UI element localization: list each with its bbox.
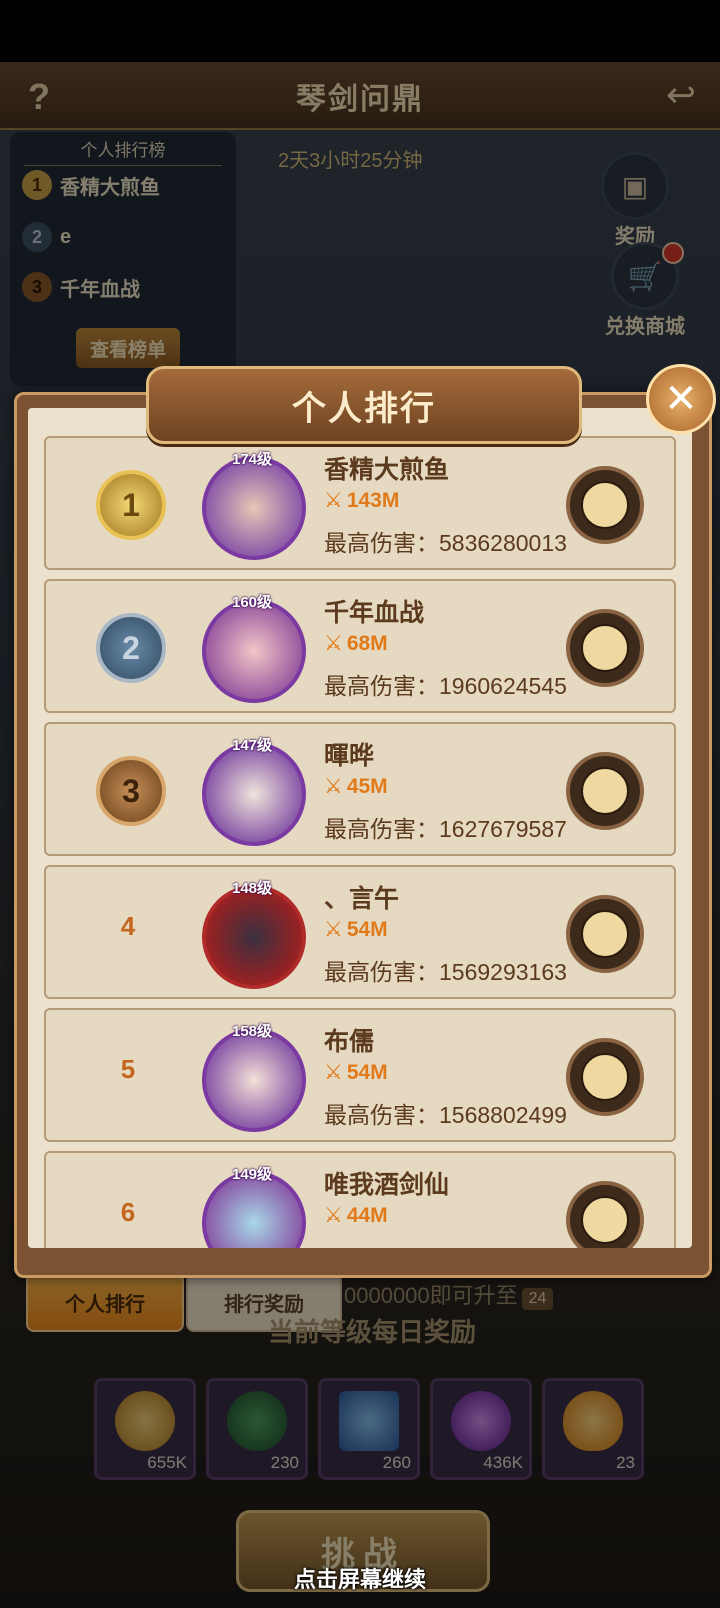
rank-card: 6 149级 唯我酒剑仙 ⚔ 44M bbox=[44, 1151, 676, 1248]
damage-label: 最高伤害： bbox=[324, 673, 439, 699]
pie-chart-icon bbox=[581, 481, 629, 529]
power-value: 44M bbox=[346, 1204, 388, 1227]
avatar[interactable] bbox=[202, 885, 306, 989]
lineup-detail-button[interactable] bbox=[566, 609, 644, 687]
swords-icon: ⚔ bbox=[324, 1204, 343, 1227]
tap-to-continue-hint: 点击屏幕继续 bbox=[293, 1567, 426, 1592]
lineup-detail-button[interactable] bbox=[566, 1181, 644, 1248]
pie-chart-icon bbox=[581, 767, 629, 815]
damage-value: 1569293163 bbox=[439, 959, 567, 985]
damage-label: 最高伤害： bbox=[324, 530, 439, 556]
damage-value: 1568802499 bbox=[439, 1102, 567, 1128]
silver-medal-icon: 2 bbox=[96, 613, 166, 683]
damage-label: 最高伤害： bbox=[324, 816, 439, 842]
gold-medal-icon: 1 bbox=[96, 470, 166, 540]
player-level: 149级 bbox=[231, 1166, 273, 1183]
pie-chart-icon bbox=[581, 624, 629, 672]
rank-number: 6 bbox=[120, 1197, 136, 1227]
player-level: 148级 bbox=[231, 880, 273, 897]
player-name: 香精大煎鱼 bbox=[324, 456, 450, 484]
max-damage: 最高伤害：1569293163 bbox=[324, 953, 567, 987]
rank-card: 5 158级 布儒 ⚔ 54M 最高伤害：1568802499 bbox=[44, 1008, 676, 1142]
swords-icon: ⚔ bbox=[324, 489, 343, 512]
player-name: 千年血战 bbox=[324, 599, 425, 627]
rank-number: 5 bbox=[120, 1054, 136, 1084]
pie-chart-icon bbox=[581, 910, 629, 958]
power-value: 54M bbox=[346, 918, 388, 941]
swords-icon: ⚔ bbox=[324, 918, 343, 941]
combat-power: ⚔ 68M bbox=[324, 631, 388, 656]
player-level: 158级 bbox=[231, 1023, 273, 1040]
damage-label: 最高伤害： bbox=[324, 1102, 439, 1128]
max-damage: 最高伤害：5836280013 bbox=[324, 524, 567, 558]
lineup-detail-button[interactable] bbox=[566, 1038, 644, 1116]
power-value: 54M bbox=[346, 1061, 388, 1084]
lineup-detail-button[interactable] bbox=[566, 466, 644, 544]
combat-power: ⚔ 44M bbox=[324, 1203, 388, 1228]
damage-value: 5836280013 bbox=[439, 530, 567, 556]
max-damage: 最高伤害：1960624545 bbox=[324, 667, 567, 701]
swords-icon: ⚔ bbox=[324, 775, 343, 798]
rank-card: 1 174级 香精大煎鱼 ⚔ 143M 最高伤害：5836280013 bbox=[44, 436, 676, 570]
avatar[interactable] bbox=[202, 456, 306, 560]
player-level: 174级 bbox=[231, 451, 273, 468]
combat-power: ⚔ 143M bbox=[324, 488, 399, 513]
modal-title: 个人排行 bbox=[146, 366, 582, 444]
player-name: 唯我酒剑仙 bbox=[324, 1171, 450, 1199]
rank-card: 2 160级 千年血战 ⚔ 68M 最高伤害：1960624545 bbox=[44, 579, 676, 713]
power-value: 68M bbox=[346, 632, 388, 655]
swords-icon: ⚔ bbox=[324, 1061, 343, 1084]
lineup-detail-button[interactable] bbox=[566, 895, 644, 973]
close-icon[interactable]: ✕ bbox=[646, 364, 716, 434]
pie-chart-icon bbox=[581, 1196, 629, 1244]
rank-card: 4 148级 、言午 ⚔ 54M 最高伤害：1569293163 bbox=[44, 865, 676, 999]
max-damage: 最高伤害：1568802499 bbox=[324, 1096, 567, 1130]
player-level: 147级 bbox=[231, 737, 273, 754]
rank-list[interactable]: 1 174级 香精大煎鱼 ⚔ 143M 最高伤害：5836280013 2 160… bbox=[28, 408, 692, 1248]
bronze-medal-icon: 3 bbox=[96, 756, 166, 826]
combat-power: ⚔ 45M bbox=[324, 774, 388, 799]
lineup-detail-button[interactable] bbox=[566, 752, 644, 830]
power-value: 45M bbox=[346, 775, 388, 798]
combat-power: ⚔ 54M bbox=[324, 917, 388, 942]
player-name: 暉晔 bbox=[324, 742, 375, 770]
damage-label: 最高伤害： bbox=[324, 959, 439, 985]
avatar[interactable] bbox=[202, 1028, 306, 1132]
pie-chart-icon bbox=[581, 1053, 629, 1101]
rank-number: 4 bbox=[120, 911, 136, 941]
player-level: 160级 bbox=[231, 594, 273, 611]
combat-power: ⚔ 54M bbox=[324, 1060, 388, 1085]
swords-icon: ⚔ bbox=[324, 632, 343, 655]
avatar[interactable] bbox=[202, 599, 306, 703]
player-name: 、言午 bbox=[324, 885, 400, 913]
avatar[interactable] bbox=[202, 742, 306, 846]
player-name: 布儒 bbox=[324, 1028, 375, 1056]
status-bar bbox=[0, 0, 720, 62]
power-value: 143M bbox=[346, 489, 400, 512]
max-damage: 最高伤害：1627679587 bbox=[324, 810, 567, 844]
damage-value: 1960624545 bbox=[439, 673, 567, 699]
rank-card: 3 147级 暉晔 ⚔ 45M 最高伤害：1627679587 bbox=[44, 722, 676, 856]
damage-value: 1627679587 bbox=[439, 816, 567, 842]
